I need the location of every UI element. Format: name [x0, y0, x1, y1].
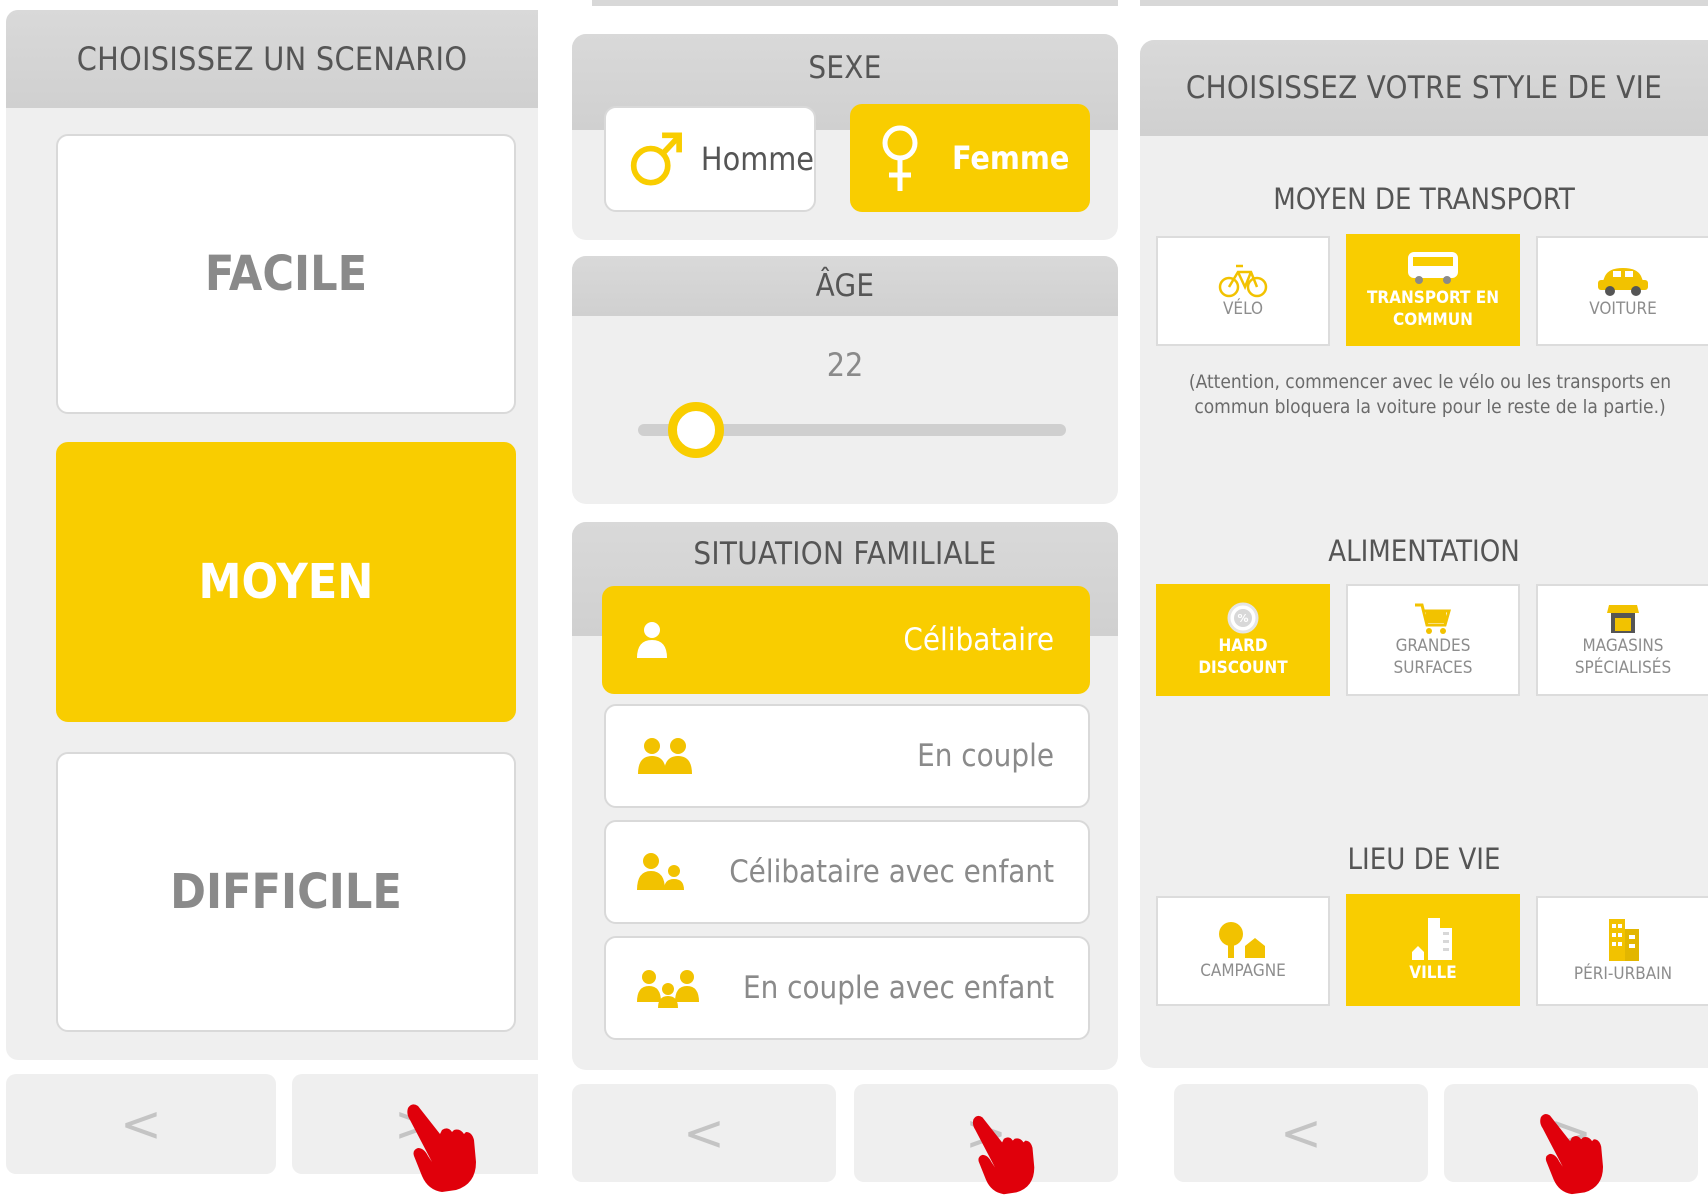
chevron-left-icon: <	[120, 1095, 162, 1153]
family-label: En couple	[917, 738, 1054, 774]
top-divider	[1140, 0, 1708, 6]
transport-option-commun[interactable]: TRANSPORT EN COMMUN	[1346, 234, 1520, 346]
pointing-hand-icon	[972, 1115, 1035, 1195]
family-option-celibataire-enfant[interactable]: Célibataire avec enfant	[604, 820, 1090, 924]
food-title: ALIMENTATION	[1328, 534, 1520, 568]
page-title: CHOISISSEZ VOTRE STYLE DE VIE	[1185, 70, 1663, 106]
tile-label: GRANDES SURFACES	[1393, 636, 1473, 678]
difficulty-option-difficile[interactable]: DIFFICILE	[56, 752, 516, 1032]
scenario-screen: CHOISISSEZ UN SCENARIO FACILE MOYEN DIFF…	[0, 0, 538, 1196]
profile-screen: SEXE Homme Femme ÂGE 22 SITUATION FAMILI…	[572, 0, 1118, 1196]
age-value: 22	[826, 346, 864, 384]
family-icon	[637, 970, 699, 1008]
page-title: CHOISISSEZ UN SCENARIO	[76, 40, 468, 78]
tile-label: VOITURE	[1589, 299, 1657, 319]
pointing-hand-icon	[407, 1104, 476, 1192]
city-buildings-icon	[1412, 918, 1452, 960]
sex-option-homme[interactable]: Homme	[604, 106, 816, 212]
top-divider	[592, 0, 1118, 6]
family-option-couple-enfant[interactable]: En couple avec enfant	[604, 936, 1090, 1040]
tile-label: TRANSPORT EN COMMUN	[1366, 288, 1500, 330]
parent-child-icon	[637, 853, 684, 890]
home-option-ville[interactable]: VILLE	[1346, 894, 1520, 1006]
sex-label: Homme	[700, 140, 814, 178]
tile-label: CAMPAGNE	[1200, 961, 1286, 981]
back-button[interactable]: <	[1174, 1084, 1428, 1182]
sex-option-femme[interactable]: Femme	[850, 104, 1090, 212]
pointing-hand-icon	[1540, 1114, 1604, 1195]
tile-label: VÉLO	[1222, 299, 1264, 319]
difficulty-label: DIFFICILE	[170, 864, 402, 920]
food-option-hard-discount[interactable]: % HARD DISCOUNT	[1156, 584, 1330, 696]
male-symbol-icon	[630, 132, 682, 186]
family-option-celibataire[interactable]: Célibataire	[602, 586, 1090, 694]
bicycle-icon	[1218, 264, 1268, 298]
difficulty-label: MOYEN	[198, 554, 374, 610]
transport-option-voiture[interactable]: VOITURE	[1536, 236, 1708, 346]
food-option-magasins[interactable]: MAGASINS SPÉCIALISÉS	[1536, 584, 1708, 696]
difficulty-option-facile[interactable]: FACILE	[56, 134, 516, 414]
shopping-cart-icon	[1415, 603, 1451, 634]
home-option-peri-urbain[interactable]: PÉRI-URBAIN	[1536, 896, 1708, 1006]
section-title: SEXE	[808, 50, 882, 86]
sex-label: Femme	[952, 139, 1070, 177]
home-option-campagne[interactable]: CAMPAGNE	[1156, 896, 1330, 1006]
difficulty-option-moyen[interactable]: MOYEN	[56, 442, 516, 722]
chevron-left-icon: <	[683, 1104, 725, 1162]
lifestyle-screen: CHOISISSEZ VOTRE STYLE DE VIE MOYEN DE T…	[1140, 0, 1708, 1196]
slider-thumb[interactable]	[667, 402, 724, 458]
back-button[interactable]: <	[572, 1084, 836, 1182]
discount-tag-icon: %	[1227, 602, 1259, 634]
car-icon	[1598, 268, 1648, 296]
female-symbol-icon	[882, 125, 918, 191]
family-option-en-couple[interactable]: En couple	[604, 704, 1090, 808]
svg-text:%: %	[1237, 612, 1248, 625]
home-title: LIEU DE VIE	[1347, 842, 1501, 876]
family-label: En couple avec enfant	[743, 970, 1054, 1006]
couple-icon	[638, 738, 692, 774]
tile-label: HARD DISCOUNT	[1198, 636, 1288, 678]
difficulty-label: FACILE	[204, 246, 368, 302]
section-title: SITUATION FAMILIALE	[693, 536, 997, 572]
scenario-header: CHOISISSEZ UN SCENARIO	[6, 10, 538, 108]
family-label: Célibataire	[903, 622, 1054, 658]
back-button[interactable]: <	[6, 1074, 276, 1174]
transport-title: MOYEN DE TRANSPORT	[1273, 182, 1575, 216]
lifestyle-header: CHOISISSEZ VOTRE STYLE DE VIE	[1140, 40, 1708, 136]
age-slider[interactable]	[638, 400, 1066, 460]
section-title: ÂGE	[815, 268, 875, 304]
transport-note: (Attention, commencer avec le vélo ou le…	[1188, 371, 1672, 418]
tree-house-icon	[1219, 922, 1265, 958]
tile-label: VILLE	[1409, 963, 1457, 983]
suburb-buildings-icon	[1609, 919, 1639, 961]
chevron-left-icon: <	[1280, 1104, 1322, 1162]
age-header: ÂGE	[572, 256, 1118, 316]
food-option-grandes-surfaces[interactable]: GRANDES SURFACES	[1346, 584, 1520, 696]
bus-icon	[1408, 252, 1458, 284]
person-icon	[637, 622, 667, 658]
tile-label: MAGASINS SPÉCIALISÉS	[1574, 636, 1672, 678]
family-label: Célibataire avec enfant	[729, 854, 1054, 890]
transport-option-velo[interactable]: VÉLO	[1156, 236, 1330, 346]
storefront-icon	[1607, 605, 1639, 633]
tile-label: PÉRI-URBAIN	[1573, 964, 1673, 984]
